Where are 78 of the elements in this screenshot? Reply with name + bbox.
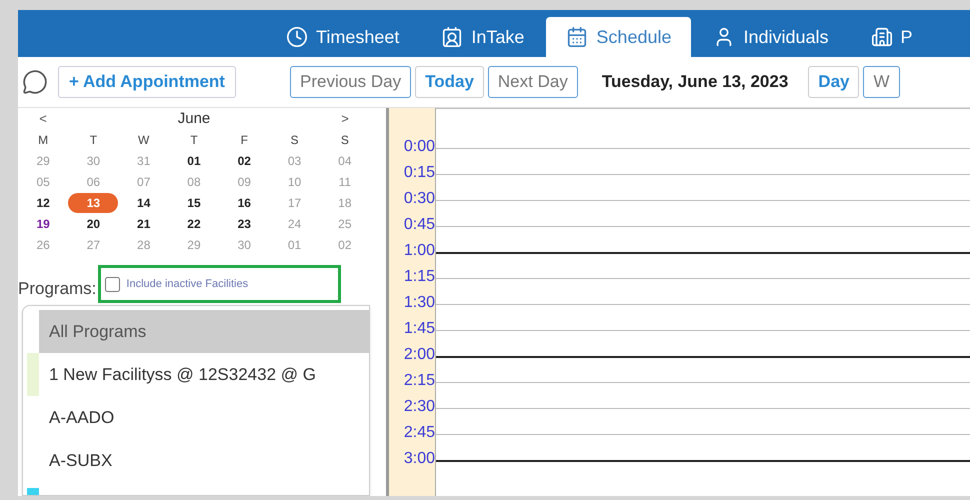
contact-card-icon (441, 26, 464, 48)
time-label: 1:30 (404, 293, 435, 313)
calendar-day[interactable]: 10 (270, 172, 320, 192)
building-icon (870, 26, 893, 48)
calendar-day[interactable]: 15 (168, 192, 219, 212)
calendar-day[interactable]: 07 (118, 172, 169, 192)
calendar-day[interactable]: 24 (270, 214, 320, 234)
time-label: 0:00 (404, 137, 435, 157)
calendar-day[interactable]: 08 (168, 172, 219, 192)
time-label: 2:00 (404, 345, 435, 365)
time-label: 3:00 (404, 449, 435, 469)
programs-label: Programs: (18, 278, 96, 300)
weekday-label: S (340, 132, 350, 149)
time-label: 1:00 (404, 241, 435, 261)
nav-tab[interactable]: Individuals (693, 17, 849, 57)
calendar-day[interactable]: 18 (320, 192, 370, 212)
calendar-day[interactable]: 25 (320, 214, 370, 234)
calendar-day[interactable]: 27 (68, 234, 118, 254)
calendar-day[interactable]: 14 (118, 192, 169, 212)
current-date: Tuesday, June 13, 2023 (602, 71, 788, 94)
time-label: 0:30 (404, 189, 435, 209)
time-label: 2:15 (404, 371, 435, 391)
calendar-day[interactable]: 19 (18, 214, 68, 234)
calendar-day[interactable]: 30 (219, 234, 270, 254)
calendar-day[interactable]: 22 (168, 214, 219, 234)
weekday-label: W (137, 132, 150, 149)
time-label: 1:45 (404, 319, 435, 339)
calendar-day[interactable]: 03 (270, 150, 320, 170)
calendar-day[interactable]: 21 (118, 214, 169, 234)
nav-tab[interactable]: Schedule (546, 17, 692, 57)
weekday-label: M (37, 132, 50, 149)
weekday-label: T (88, 132, 98, 149)
calendar-day[interactable]: 26 (18, 234, 68, 254)
calendar-day[interactable]: 12 (18, 192, 68, 212)
chat-icon[interactable] (22, 69, 48, 95)
calendar-day[interactable]: 31 (118, 150, 169, 170)
calendar-icon (566, 26, 588, 48)
day-nav-button[interactable]: Today (415, 66, 484, 98)
calendar-day[interactable]: 11 (320, 172, 370, 192)
calendar-day[interactable]: 05 (18, 172, 68, 192)
time-label: 1:15 (404, 267, 435, 287)
add-appointment-button[interactable]: + Add Appointment (58, 66, 236, 98)
calendar-day[interactable]: 01 (270, 234, 320, 254)
nav-tab[interactable]: Timesheet (266, 17, 420, 57)
include-inactive-label: Include inactive Facilities (126, 276, 248, 292)
calendar-day[interactable]: 16 (219, 192, 270, 212)
day-nav-button[interactable]: Next Day (488, 66, 578, 98)
calendar-day[interactable]: 02 (320, 234, 370, 254)
month-title: June (176, 108, 212, 129)
time-label: 2:30 (404, 397, 435, 417)
calendar-day[interactable]: 20 (68, 214, 118, 234)
view-button[interactable]: Day (808, 66, 860, 98)
previous-month-button[interactable]: < (18, 109, 68, 129)
calendar-day[interactable]: 01 (168, 150, 219, 170)
weekday-label: T (189, 132, 199, 149)
calendar-day[interactable]: 29 (168, 234, 219, 254)
calendar-day[interactable]: 06 (68, 172, 118, 192)
next-month-button[interactable]: > (320, 109, 370, 129)
calendar-day[interactable]: 04 (320, 150, 370, 170)
calendar-day[interactable]: 13 (68, 192, 118, 212)
program-item[interactable]: All Programs (39, 310, 369, 353)
time-label: 0:45 (404, 215, 435, 235)
day-nav-button[interactable]: Previous Day (290, 66, 412, 98)
calendar-day[interactable]: 09 (219, 172, 270, 192)
calendar-day[interactable]: 30 (68, 150, 118, 170)
calendar-day[interactable]: 28 (118, 234, 169, 254)
clock-icon (286, 26, 308, 48)
calendar-day[interactable]: 29 (18, 150, 68, 170)
nav-tab[interactable]: InTake (421, 17, 544, 57)
time-label: 0:15 (404, 163, 435, 183)
calendar-day[interactable]: 23 (219, 214, 270, 234)
calendar-day[interactable]: 17 (270, 192, 320, 212)
calendar-day[interactable]: 02 (219, 150, 270, 170)
weekday-label: F (240, 132, 249, 149)
time-label: 2:45 (404, 423, 435, 443)
nav-tab[interactable]: P (850, 17, 933, 57)
view-button[interactable]: W (863, 66, 900, 98)
weekday-label: S (290, 132, 300, 149)
